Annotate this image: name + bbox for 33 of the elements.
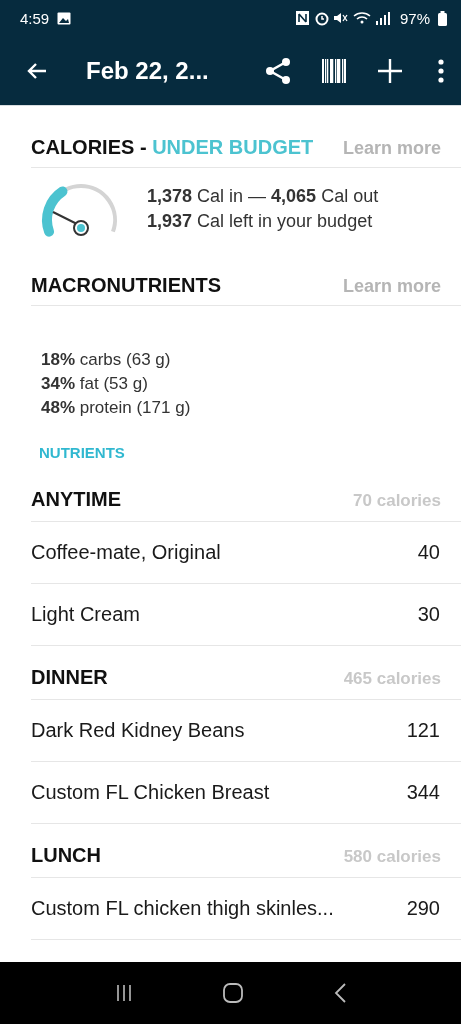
- food-calories: 290: [406, 897, 440, 920]
- battery-icon: [438, 10, 447, 26]
- food-calories: 344: [406, 781, 440, 804]
- meal-title: LUNCH: [31, 844, 101, 867]
- macro-line: 48% protein (171 g): [41, 397, 192, 419]
- image-icon: [57, 11, 72, 25]
- food-name[interactable]: Custom FL Chicken Breast: [31, 781, 270, 804]
- meal-title: DINNER: [31, 666, 108, 689]
- menu-icon: [437, 58, 445, 83]
- food-name[interactable]: Light Cream: [31, 603, 140, 626]
- plus-icon: [377, 57, 403, 84]
- calorie-summary: 1,378 Cal in — 4,065 Cal out: [147, 186, 379, 207]
- budget-status: UNDER BUDGET: [152, 136, 314, 158]
- food-calories: 30: [417, 603, 440, 626]
- macro-line: 18% carbs (63 g): [41, 349, 172, 371]
- macro-line: 34% fat (53 g): [41, 373, 149, 395]
- calorie-summary: 1,937 Cal left in your budget: [147, 211, 374, 232]
- barcode-icon: [322, 57, 346, 84]
- food-calories: 40: [417, 541, 440, 564]
- section-title: CALORIES -: [31, 136, 148, 158]
- battery-percent: 97%: [399, 9, 430, 27]
- section-title: MACRONUTRIENTS: [31, 274, 221, 297]
- food-name[interactable]: Coffee-mate, Original: [31, 541, 221, 564]
- meal-title: ANYTIME: [31, 488, 121, 511]
- food-calories: 121: [406, 719, 440, 742]
- share-icon: [264, 56, 292, 85]
- status-time: 4:59: [20, 9, 50, 27]
- back-icon[interactable]: [332, 982, 347, 1004]
- food-name[interactable]: Dark Red Kidney Beans: [31, 719, 245, 742]
- food-name[interactable]: Custom FL chicken thigh skinles...: [31, 897, 334, 920]
- home-icon[interactable]: [222, 982, 245, 1004]
- toolbar-title: Feb 22, 2...: [86, 56, 209, 85]
- share-button[interactable]: [263, 55, 293, 86]
